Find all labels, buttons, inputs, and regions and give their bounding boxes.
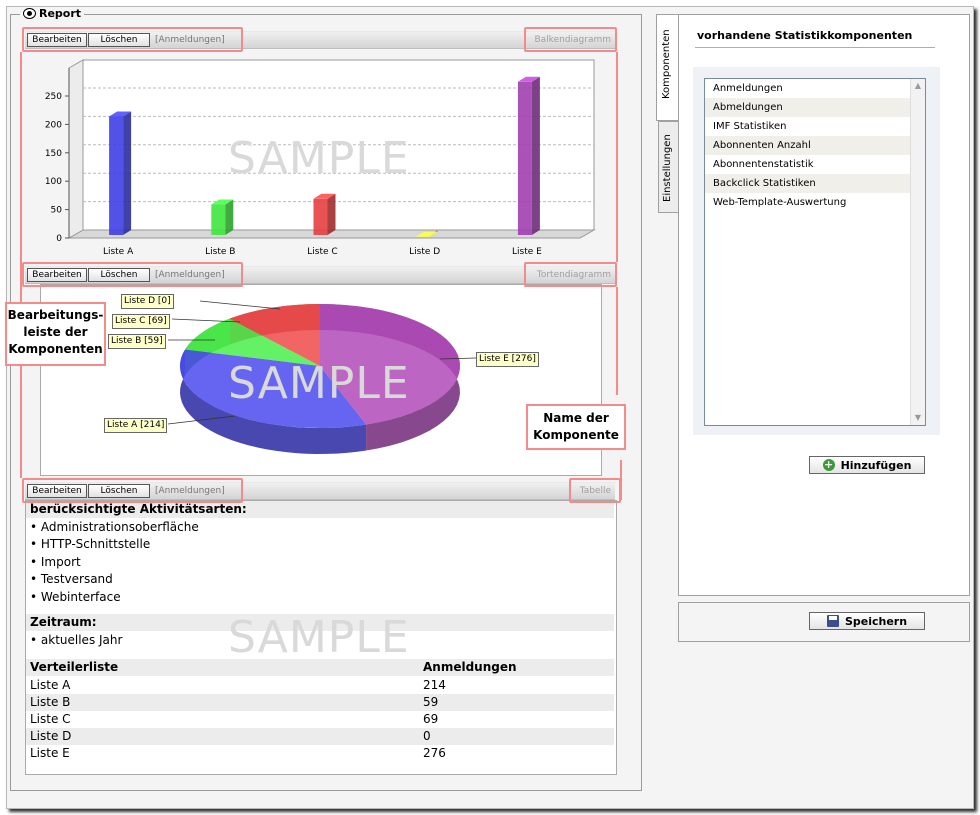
cell-list: Liste E bbox=[30, 746, 70, 760]
panel-title: vorhandene Statistikkomponenten bbox=[697, 29, 913, 42]
cell-list: Liste B bbox=[30, 695, 71, 709]
tab-settings[interactable]: Einstellungen bbox=[658, 121, 680, 213]
bar-side bbox=[327, 193, 336, 235]
y-tick-label: 150 bbox=[45, 149, 62, 159]
annotation-box bbox=[22, 262, 243, 287]
list-item[interactable]: Anmeldungen bbox=[705, 79, 925, 98]
sample-watermark: SAMPLE bbox=[228, 133, 410, 184]
report-legend: Report bbox=[20, 7, 85, 20]
component-list-wrapper: Anmeldungen Abmeldungen IMF Statistiken … bbox=[693, 67, 940, 435]
callout-text: Komponenten bbox=[8, 342, 103, 356]
annotation-box bbox=[22, 27, 243, 52]
callout-text: Name der bbox=[543, 411, 609, 425]
annotation-box bbox=[524, 262, 617, 287]
bar-side bbox=[225, 199, 234, 235]
tab-label: Einstellungen bbox=[662, 134, 673, 202]
callout-text: Komponente bbox=[533, 428, 619, 442]
y-tick-label: 250 bbox=[45, 92, 62, 102]
floppy-disk-icon bbox=[826, 615, 839, 627]
sample-watermark: SAMPLE bbox=[228, 358, 410, 409]
callout-edit-toolbar: Bearbeitungs- leiste der Komponenten bbox=[5, 302, 106, 366]
pie-label-liste-a: Liste A [214] bbox=[104, 418, 168, 433]
add-button[interactable]: + Hinzufügen bbox=[809, 456, 925, 474]
pie-label-liste-e: Liste E [276] bbox=[476, 352, 539, 367]
x-tick-label: Liste D bbox=[409, 247, 440, 257]
save-panel: Speichern bbox=[678, 602, 970, 642]
report-title: Report bbox=[39, 7, 82, 20]
annotation-box bbox=[569, 478, 621, 503]
scroll-down-icon[interactable]: ▼ bbox=[912, 412, 924, 424]
bar bbox=[313, 198, 328, 235]
activity-item: • Webinterface bbox=[30, 590, 121, 604]
activity-item: • Testversand bbox=[30, 572, 113, 586]
annotation-line bbox=[620, 460, 622, 500]
pie-label-liste-d: Liste D [0] bbox=[121, 294, 174, 309]
divider bbox=[695, 47, 935, 48]
list-item[interactable]: Web-Template-Auswertung bbox=[705, 193, 925, 212]
component-list[interactable]: Anmeldungen Abmeldungen IMF Statistiken … bbox=[704, 78, 926, 426]
sample-watermark: SAMPLE bbox=[228, 612, 410, 663]
cell-list: Liste A bbox=[30, 678, 71, 692]
cell-list: Liste D bbox=[30, 729, 72, 743]
list-item[interactable]: Abmeldungen bbox=[705, 98, 925, 117]
cell-value: 59 bbox=[423, 695, 439, 709]
tab-label: Komponenten bbox=[661, 29, 672, 99]
cell-value: 0 bbox=[423, 729, 431, 743]
table-row: Liste D 0 bbox=[26, 728, 614, 745]
column-header-signups: Anmeldungen bbox=[423, 660, 517, 674]
components-panel: vorhandene Statistikkomponenten Anmeldun… bbox=[678, 14, 970, 596]
bar bbox=[211, 204, 226, 235]
table-row: Liste C 69 bbox=[26, 711, 614, 728]
pie-label-liste-b: Liste B [59] bbox=[108, 334, 166, 349]
scrollbar[interactable]: ▲ ▼ bbox=[910, 79, 925, 425]
activity-header: berücksichtigte Aktivitätsarten: bbox=[26, 501, 614, 518]
tab-components[interactable]: Komponenten bbox=[656, 14, 679, 121]
activity-item: • Import bbox=[30, 555, 81, 569]
bar-side bbox=[531, 76, 540, 235]
cell-list: Liste C bbox=[30, 712, 71, 726]
cell-value: 214 bbox=[423, 678, 446, 692]
bar-side bbox=[123, 111, 132, 235]
plus-icon: + bbox=[822, 458, 835, 471]
annotation-box bbox=[22, 478, 243, 503]
table-row: Liste A 214 bbox=[26, 677, 614, 694]
callout-text: leiste der bbox=[23, 325, 88, 339]
list-item[interactable]: Abonnentenstatistik bbox=[705, 155, 925, 174]
annotation-line bbox=[20, 366, 22, 478]
cell-value: 69 bbox=[423, 712, 439, 726]
x-tick-label: Liste A bbox=[103, 247, 134, 257]
pie-leader-line bbox=[199, 300, 281, 310]
x-tick-label: Liste E bbox=[512, 247, 542, 257]
cell-value: 276 bbox=[423, 746, 446, 760]
table-row: Liste B 59 bbox=[26, 694, 614, 711]
list-item[interactable]: IMF Statistiken bbox=[705, 117, 925, 136]
activity-item: • HTTP-Schnittstelle bbox=[30, 537, 151, 551]
y-tick-label: 50 bbox=[51, 206, 63, 216]
annotation-line bbox=[20, 52, 22, 302]
add-button-label: Hinzufügen bbox=[840, 458, 912, 472]
activity-item: • Administrationsoberfläche bbox=[30, 520, 199, 534]
save-button[interactable]: Speichern bbox=[809, 612, 925, 630]
eye-icon bbox=[23, 8, 36, 19]
y-tick-label: 100 bbox=[45, 177, 62, 187]
plot-side-wall bbox=[68, 59, 84, 239]
annotation-box bbox=[524, 27, 617, 52]
list-item[interactable]: Abonnenten Anzahl bbox=[705, 136, 925, 155]
save-button-label: Speichern bbox=[844, 614, 908, 628]
y-tick-label: 200 bbox=[45, 120, 62, 130]
column-header-list: Verteilerliste bbox=[30, 660, 119, 674]
annotation-line bbox=[616, 287, 618, 395]
bar bbox=[517, 81, 532, 235]
bar bbox=[109, 116, 124, 235]
x-tick-label: Liste C bbox=[307, 247, 337, 257]
scroll-up-icon[interactable]: ▲ bbox=[912, 80, 924, 92]
annotation-line bbox=[616, 52, 618, 262]
y-tick-label: 0 bbox=[56, 234, 62, 244]
list-item[interactable]: Backclick Statistiken bbox=[705, 174, 925, 193]
table-row: Liste E 276 bbox=[26, 745, 614, 762]
callout-component-name: Name der Komponente bbox=[526, 404, 626, 450]
callout-text: Bearbeitungs- bbox=[7, 308, 104, 322]
x-tick-label: Liste B bbox=[205, 247, 235, 257]
pie-label-liste-c: Liste C [69] bbox=[112, 314, 170, 329]
